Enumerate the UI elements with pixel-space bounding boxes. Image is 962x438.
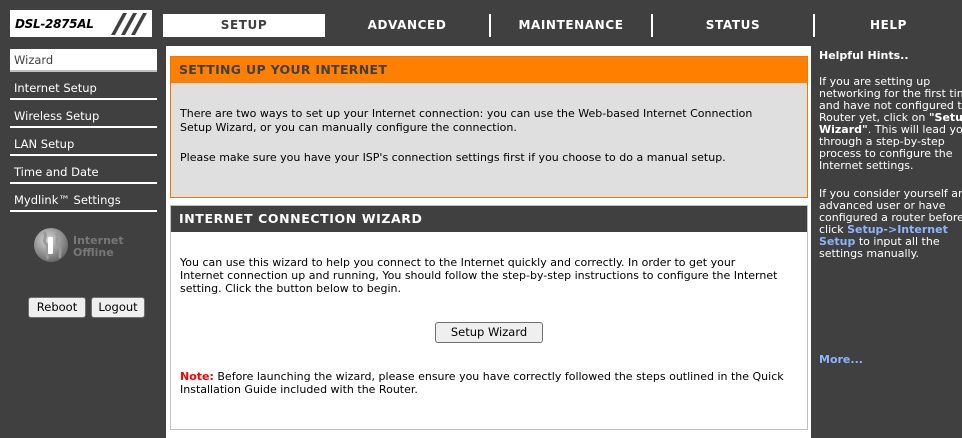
tab-maintenance[interactable]: MAINTENANCE [491,14,651,37]
wizard-desc-line3: setting. Click the button below to begin… [180,282,401,295]
internet-status: Internet Offline [32,224,152,270]
tab-help[interactable]: HELP [815,14,962,37]
tab-advanced[interactable]: ADVANCED [325,14,489,37]
more-link[interactable]: More... [819,353,863,366]
hints-title: Helpful Hints.. [819,49,909,62]
sidebar-item-internet-setup[interactable]: Internet Setup [10,77,157,100]
wizard-desc-line2: Internet connection up and running, You … [180,269,778,282]
sidebar-item-wireless-setup[interactable]: Wireless Setup [10,105,157,128]
globe-icon [34,228,68,262]
note-label: Note: [180,370,214,383]
top-navigation: DSL-2875AL SETUP ADVANCED MAINTENANCE ST… [0,0,962,46]
sidebar: Wizard Internet Setup Wireless Setup LAN… [10,46,157,438]
setup-internet-title: SETTING UP YOUR INTERNET [171,57,807,83]
model-name: DSL-2875AL [15,17,94,31]
brand-slashes-icon [111,13,147,35]
tab-setup[interactable]: SETUP [165,14,323,37]
setup-intro-line1: There are two ways to set up your Intern… [180,107,753,120]
internet-status-value: Offline [73,246,114,259]
hint-line: Internet settings. [819,159,914,172]
sidebar-item-wizard[interactable]: Wizard [10,49,157,72]
sidebar-item-time-and-date[interactable]: Time and Date [10,161,157,184]
note-text: Before launching the wizard, please ensu… [213,370,784,383]
connection-wizard-title: INTERNET CONNECTION WIZARD [171,206,807,232]
model-logo: DSL-2875AL [10,10,152,37]
setup-intro-line2: Setup Wizard, or you can manually config… [180,121,517,134]
connection-wizard-panel: INTERNET CONNECTION WIZARD You can use t… [170,205,808,430]
reboot-button[interactable]: Reboot [28,297,86,318]
helpful-hints-panel: Helpful Hints.. If you are setting up ne… [817,46,962,438]
sidebar-item-lan-setup[interactable]: LAN Setup [10,133,157,156]
setup-wizard-button[interactable]: Setup Wizard [435,322,543,343]
wizard-desc-line1: You can use this wizard to help you conn… [180,256,736,269]
setup-isp-note: Please make sure you have your ISP's con… [180,151,726,164]
hint-line: settings manually. [819,247,920,260]
tab-status[interactable]: STATUS [653,14,813,37]
sidebar-item-mydlink-settings[interactable]: Mydlink™ Settings [10,189,157,212]
wizard-note-line2: Installation Guide included with the Rou… [180,383,418,396]
setup-internet-panel: SETTING UP YOUR INTERNET There are two w… [170,56,808,198]
wizard-note-line1: Note: Before launching the wizard, pleas… [180,370,784,384]
logout-button[interactable]: Logout [91,297,145,318]
